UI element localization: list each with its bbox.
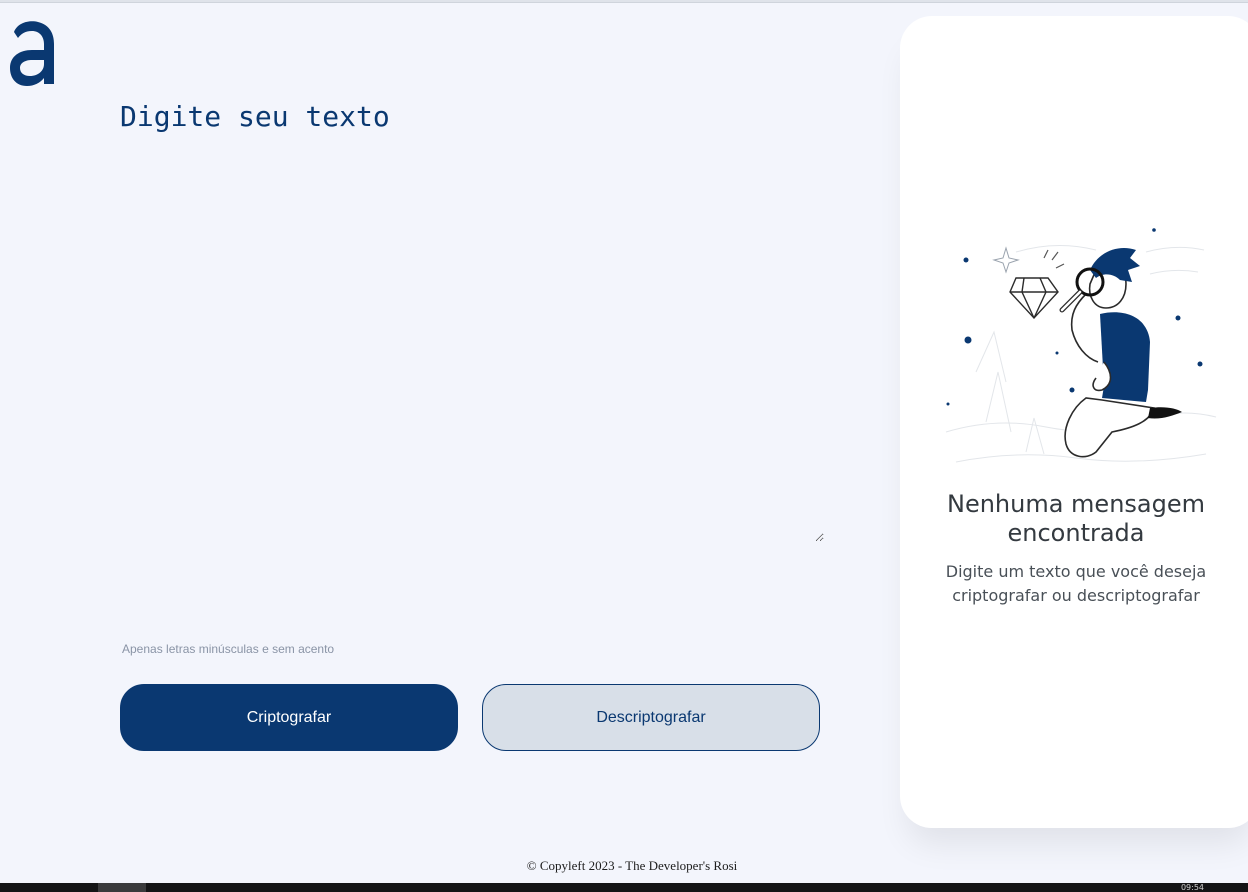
encrypt-button[interactable]: Criptografar (120, 684, 458, 751)
taskbar-clock[interactable]: 09:54 (1181, 884, 1204, 892)
message-input[interactable] (118, 96, 824, 542)
hint-text: Apenas letras minúsculas e sem acento (122, 642, 335, 656)
taskbar-app-tile[interactable] (98, 883, 146, 892)
os-taskbar: 09:54 (0, 883, 1248, 892)
footer-copyright: © Copyleft 2023 - The Developer's Rosi (526, 858, 738, 873)
empty-state-title: Nenhuma mensagem encontrada (946, 490, 1205, 547)
person-searching-illustration (945, 228, 1217, 463)
empty-state-subtitle: Digite um texto que você deseja criptogr… (945, 562, 1207, 605)
decrypt-button[interactable]: Descriptografar (482, 684, 820, 751)
input-hint: Apenas letras minúsculas e sem acento (122, 642, 334, 656)
window-top-border (0, 0, 1248, 3)
alura-logo[interactable] (8, 16, 58, 88)
